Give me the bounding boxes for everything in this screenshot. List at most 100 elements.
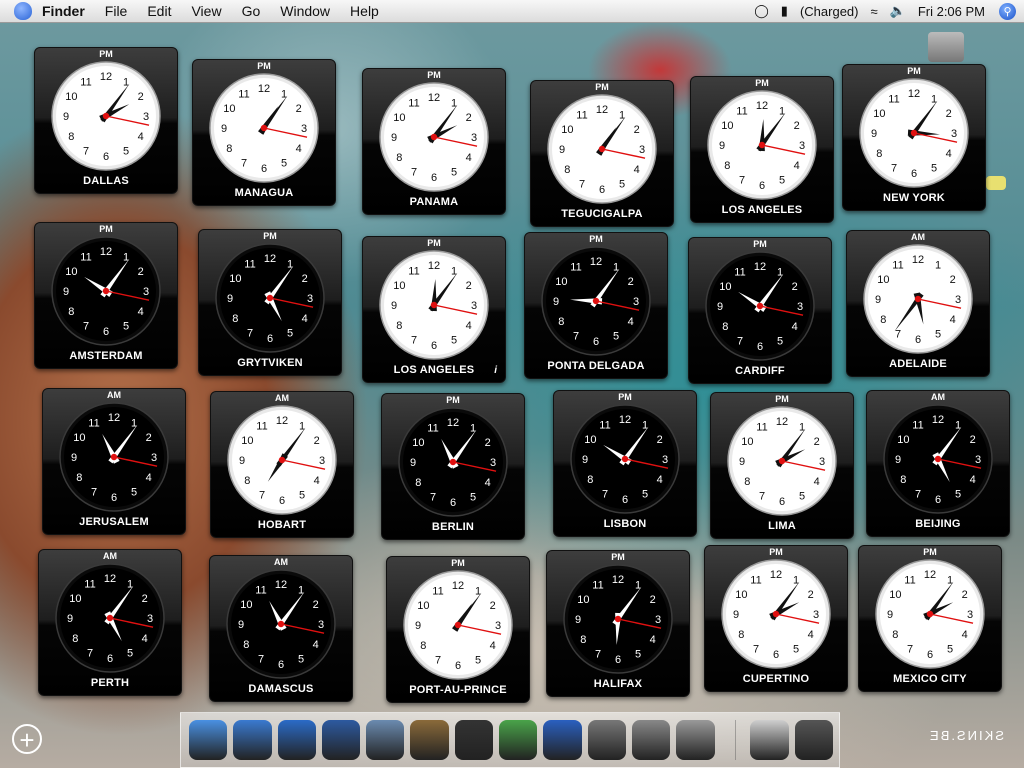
ichat-icon[interactable] [233,720,272,760]
world-clock-widget[interactable]: PM 1 2 3 4 5 6 7 8 9 10 11 12 AMSTERDAM [34,222,178,369]
menu-file[interactable]: File [105,3,128,19]
world-clock-widget[interactable]: PM 1 2 3 4 5 6 7 8 9 10 11 12 CARDIFF [688,237,832,384]
clock-numeral: 10 [577,594,589,606]
wifi-icon[interactable]: ≈ [870,4,877,19]
clock-numeral: 8 [72,633,78,645]
spotlight-icon[interactable]: ⚲ [999,2,1016,20]
sys-prefs-icon[interactable] [676,720,715,760]
clock-numeral: 4 [970,474,976,486]
iphoto-icon-2[interactable] [410,720,449,760]
utilities-icon[interactable] [587,720,626,760]
world-clock-widget[interactable]: PM 1 2 3 4 5 6 7 8 9 10 11 12 CUPERTINO [704,545,848,692]
finder-icon[interactable] [189,720,228,760]
add-widget-button[interactable]: + [12,724,42,754]
clock-numeral: 1 [779,105,785,117]
battery-status[interactable]: (Charged) [800,4,859,19]
world-clock-widget[interactable]: PM 1 2 3 4 5 6 7 8 9 10 11 12 GRYTVIKEN [198,229,342,376]
clock-numeral: 8 [68,306,74,318]
battery-icon[interactable]: ▮ [781,3,788,19]
world-clock-widget[interactable]: AM 1 2 3 4 5 6 7 8 9 10 11 12 BEIJING [866,390,1010,537]
clock-numeral: 1 [931,93,937,105]
clock-numeral: 6 [103,326,109,338]
world-clock-widget[interactable]: PM 1 2 3 4 5 6 7 8 9 10 11 12 LISBON [553,390,697,537]
clock-numeral: 1 [935,259,941,271]
city-label: ADELAIDE [889,358,947,370]
clock-numeral: 5 [470,492,476,504]
clock-numeral: 4 [146,472,152,484]
world-clock-widget[interactable]: AM 1 2 3 4 5 6 7 8 9 10 11 12 PERTH [38,549,182,696]
safari-icon[interactable] [277,720,316,760]
clock-numeral: 2 [814,436,820,448]
world-clock-widget[interactable]: PM 1 2 3 4 5 6 7 8 9 10 11 12 MANAGUA [192,59,336,206]
word-icon[interactable] [543,720,582,760]
world-clock-widget[interactable]: PM 1 2 3 4 5 6 7 8 9 10 11 12 PANAMA [362,68,506,215]
city-label: MEXICO CITY [893,673,967,685]
trash-icon[interactable] [794,720,834,760]
world-clock-widget[interactable]: AM 1 2 3 4 5 6 7 8 9 10 11 12 DAMASCUS [209,555,353,702]
clock-face: 1234567891011 12 [215,243,325,353]
ampm-label: PM [446,395,460,405]
menu-help[interactable]: Help [350,3,379,19]
clock-numeral: 4 [314,475,320,487]
mail-icon[interactable] [321,720,361,760]
world-clock-widget[interactable]: PM 1 2 3 4 5 6 7 8 9 10 11 12 HALIFAX [546,550,690,697]
world-clock-widget[interactable]: PM 1 2 3 4 5 6 7 8 9 10 11 12 LOS ANGELES [690,76,834,223]
clock-numeral: 10 [69,593,81,605]
clock-numeral: 5 [123,321,129,333]
world-clock-widget[interactable]: PM 1 2 3 4 5 6 7 8 9 10 11 12 NEW YORK [842,64,986,211]
clock-numeral: 7 [595,649,601,661]
clock-numeral: 7 [258,654,264,666]
clock-numeral: 1 [470,422,476,434]
menu-app-finder[interactable]: Finder [42,3,85,19]
clock-numeral: 12 [428,92,440,104]
chat-status-icon[interactable]: ◯ [754,3,769,19]
clock-numeral: 2 [146,432,152,444]
menu-go[interactable]: Go [242,3,261,19]
city-label: DALLAS [83,175,129,187]
desktop-file-icon[interactable] [986,176,1006,190]
menu-edit[interactable]: Edit [147,3,171,19]
clock-numeral: 9 [739,456,745,468]
hard-drive-icon[interactable] [928,32,964,62]
world-clock-widget[interactable]: PM 1 2 3 4 5 6 7 8 9 10 11 12 PORT-AU-PRINCE [386,556,530,703]
world-clock-widget[interactable]: AM 1 2 3 4 5 6 7 8 9 10 11 12 JERUSALEM [42,388,186,535]
world-clock-widget[interactable]: PM 1 2 3 4 5 6 7 8 9 10 11 12 MEXICO CITY [858,545,1002,692]
world-clock-widget[interactable]: AM 1 2 3 4 5 6 7 8 9 10 11 12 HOBART [210,391,354,538]
menu-window[interactable]: Window [280,3,330,19]
world-clock-widget[interactable]: PM 1 2 3 4 5 6 7 8 9 10 11 12 PONTA DELGADA [524,232,668,379]
imovie-icon[interactable] [454,720,494,760]
clock-numeral: 6 [103,151,109,163]
apple-menu-icon[interactable] [14,2,32,20]
system-profiler-icon[interactable] [631,720,671,760]
printer-icon[interactable] [750,720,789,760]
ampm-label: PM [263,231,277,241]
world-clock-widget[interactable]: PM 1 2 3 4 5 6 7 8 9 10 11 12 LIMA [710,392,854,539]
world-clock-widget[interactable]: PM 1 2 3 4 5 6 7 8 9 10 11 12 BERLIN [381,393,525,540]
world-clock-widget[interactable]: PM 1 2 3 4 5 6 7 8 9 10 11 12 LOS ANGELES i [362,236,506,383]
clock-numeral: 1 [613,261,619,273]
clock-numeral: 7 [579,179,585,191]
clock-numeral: 5 [299,490,305,502]
clock-numeral: 12 [776,416,788,428]
world-clock-widget[interactable]: PM 1 2 3 4 5 6 7 8 9 10 11 12 DALLAS [34,47,178,194]
ampm-label: AM [274,557,288,567]
clock-numeral: 4 [946,148,952,160]
info-icon[interactable]: i [494,365,497,376]
clock-numeral: 8 [420,640,426,652]
clock-numeral: 10 [417,600,429,612]
clock-numeral: 5 [287,328,293,340]
clock-numeral: 5 [613,331,619,343]
clock-numeral: 11 [756,421,767,433]
menu-clock[interactable]: Fri 2:06 PM [918,4,985,19]
clock-numeral: 2 [302,273,308,285]
world-clock-widget[interactable]: AM 1 2 3 4 5 6 7 8 9 10 11 12 ADELAIDE [846,230,990,377]
iphoto-icon[interactable] [366,720,405,760]
clock-numeral: 7 [83,321,89,333]
clock-numeral: 1 [777,266,783,278]
volume-icon[interactable]: 🔈 [890,3,906,19]
clock-numeral: 4 [808,629,814,641]
menu-view[interactable]: View [191,3,221,19]
world-clock-widget[interactable]: PM 1 2 3 4 5 6 7 8 9 10 11 12 TEGUCIGALPA [530,80,674,227]
itunes-icon[interactable] [499,720,538,760]
ampm-label: PM [595,82,609,92]
